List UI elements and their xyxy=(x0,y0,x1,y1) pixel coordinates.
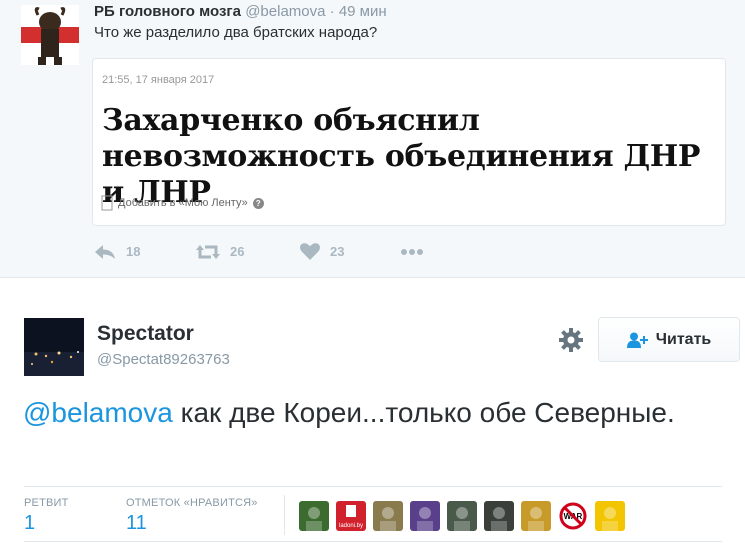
retweets-label: РЕТВИТ xyxy=(24,497,69,509)
parent-author-avatar[interactable] xyxy=(21,5,79,65)
likes-stat[interactable]: ОТМЕТОК «НРАВИТСЯ» 11 xyxy=(126,497,258,535)
card-add-to-feed: Добавить в «Мою Ленту» ? xyxy=(101,195,264,211)
parent-tweet-time[interactable]: 49 мин xyxy=(339,3,387,20)
liker-avatar-2[interactable]: ladoni.by xyxy=(336,501,366,531)
reply-count: 18 xyxy=(126,244,141,259)
liker-avatar-6[interactable] xyxy=(484,501,514,531)
liker-avatar-5[interactable] xyxy=(447,501,477,531)
gear-icon[interactable] xyxy=(558,327,584,353)
liker-avatar-3[interactable] xyxy=(373,501,403,531)
card-date: 21:55, 17 января 2017 xyxy=(102,74,215,86)
svg-text:ladoni.by: ladoni.by xyxy=(339,523,363,529)
parent-tweet: РБ головного мозга @belamova · 49 мин Чт… xyxy=(0,0,745,278)
header-separator: · xyxy=(329,3,335,20)
retweet-count: 26 xyxy=(230,244,245,259)
bookmark-icon xyxy=(101,195,113,211)
tweet-body: как две Кореи...только обе Северные. xyxy=(172,397,675,428)
retweet-button[interactable]: 26 xyxy=(196,244,300,260)
more-button[interactable] xyxy=(400,248,424,256)
stats-divider xyxy=(284,495,285,535)
more-icon xyxy=(401,248,423,255)
tweet-stats: РЕТВИТ 1 ОТМЕТОК «НРАВИТСЯ» 11 ladoni.by… xyxy=(24,486,722,542)
liker-avatar-9[interactable] xyxy=(595,501,625,531)
author-name[interactable]: Spectator xyxy=(97,322,194,346)
follow-label: Читать xyxy=(655,330,712,348)
retweets-value: 1 xyxy=(24,512,36,534)
heart-icon xyxy=(300,243,320,260)
retweet-icon xyxy=(196,244,220,259)
author-avatar[interactable] xyxy=(24,318,84,376)
add-user-icon xyxy=(626,332,648,348)
retweets-stat[interactable]: РЕТВИТ 1 xyxy=(24,497,69,535)
mention-link[interactable]: @belamova xyxy=(23,397,173,428)
liker-avatar-8[interactable]: WAR xyxy=(558,501,588,531)
likes-value: 11 xyxy=(126,512,147,534)
quoted-image-card[interactable]: 21:55, 17 января 2017 Захарченко объясни… xyxy=(92,58,726,226)
parent-author-name[interactable]: РБ головного мозга xyxy=(94,3,241,20)
like-count: 23 xyxy=(330,244,345,259)
follow-button[interactable]: Читать xyxy=(598,317,740,362)
parent-tweet-actions: 18 26 23 xyxy=(94,243,424,260)
liker-avatar-7[interactable] xyxy=(521,501,551,531)
likes-label: ОТМЕТОК «НРАВИТСЯ» xyxy=(126,497,258,509)
parent-tweet-text: Что же разделило два братских народа? xyxy=(94,24,378,41)
liker-avatar-4[interactable] xyxy=(410,501,440,531)
reply-button[interactable]: 18 xyxy=(94,244,196,260)
parent-author-handle[interactable]: @belamova xyxy=(245,3,325,20)
reply-icon xyxy=(95,244,115,259)
liker-avatars: ladoni.by WAR xyxy=(299,501,625,531)
parent-tweet-header: РБ головного мозга @belamova · 49 мин xyxy=(94,3,387,20)
liker-avatar-1[interactable] xyxy=(299,501,329,531)
card-add-label: Добавить в «Мою Ленту» xyxy=(118,197,248,209)
help-icon: ? xyxy=(252,197,264,209)
tweet-text: @belamova как две Кореи...только обе Сев… xyxy=(23,395,723,431)
author-handle[interactable]: @Spectat89263763 xyxy=(97,351,230,368)
like-button[interactable]: 23 xyxy=(300,243,400,260)
